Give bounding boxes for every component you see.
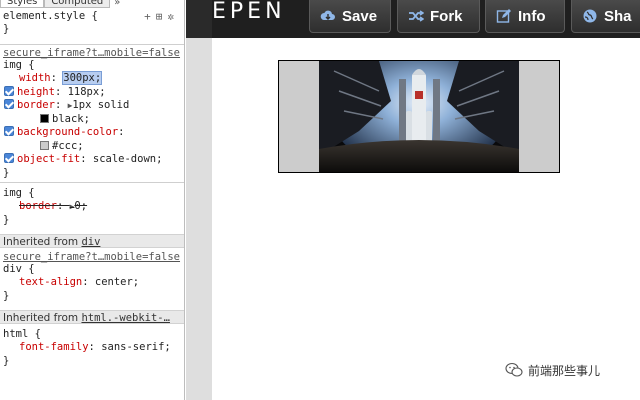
height-declaration[interactable]: height: 118px; bbox=[0, 85, 184, 100]
rule-close: } bbox=[3, 354, 10, 367]
tab-computed[interactable]: Computed bbox=[44, 0, 111, 8]
property-value[interactable]: black; bbox=[52, 113, 90, 125]
div-rule: secure_iframe?t…mobile=false div { text-… bbox=[0, 251, 184, 303]
codepen-logo[interactable]: EPEN bbox=[212, 0, 286, 25]
element-style-toolbar: +⊞✲ bbox=[144, 10, 179, 23]
header-edge bbox=[186, 0, 212, 38]
property-name[interactable]: text-align bbox=[19, 276, 82, 288]
fork-icon bbox=[408, 8, 424, 24]
img-rule-close: } bbox=[3, 166, 10, 179]
info-label: Info bbox=[518, 7, 546, 25]
share-label: Sha bbox=[604, 7, 632, 25]
cloud-save-icon bbox=[320, 8, 336, 24]
border-declaration-overridden: border: ▶0; bbox=[19, 200, 88, 212]
border-declaration[interactable]: border: ▶1px solid bbox=[0, 99, 184, 113]
property-name[interactable]: width bbox=[19, 72, 51, 84]
codepen-header: EPEN Save Fork Info Sha bbox=[212, 0, 640, 38]
property-name[interactable]: border bbox=[17, 99, 55, 111]
background-color-declaration[interactable]: background-color: bbox=[0, 126, 184, 140]
devtools-styles-pane: Styles Computed » element.style { +⊞✲ } … bbox=[0, 0, 185, 400]
edit-icon bbox=[496, 8, 512, 24]
property-value[interactable]: 118px; bbox=[68, 86, 106, 98]
pane-splitter[interactable] bbox=[186, 0, 212, 400]
inherited-from-html-header: Inherited from html.-webkit-… bbox=[0, 310, 184, 324]
img-rule: secure_iframe?t…mobile=false img { width… bbox=[0, 47, 184, 180]
plus-icon[interactable]: + bbox=[144, 10, 156, 23]
enable-checkbox[interactable] bbox=[4, 126, 14, 136]
tab-styles[interactable]: Styles bbox=[0, 0, 45, 8]
inherited-label: Inherited from bbox=[3, 312, 82, 324]
rule-source-link[interactable]: secure_iframe?t…mobile=false bbox=[0, 47, 184, 59]
text-align-declaration[interactable]: text-align: center; bbox=[0, 276, 184, 290]
rule-close: } bbox=[3, 213, 10, 226]
width-declaration[interactable]: width: 300px; bbox=[0, 71, 184, 86]
property-name[interactable]: font-family bbox=[19, 341, 89, 353]
toggle-state-icon[interactable]: ⊞ bbox=[156, 10, 168, 23]
html-selector[interactable]: html { bbox=[0, 328, 184, 341]
divider bbox=[0, 44, 184, 45]
property-value[interactable]: 1px solid bbox=[72, 99, 129, 111]
enable-checkbox[interactable] bbox=[4, 99, 14, 109]
inherited-link[interactable]: html.-webkit-… bbox=[81, 312, 170, 324]
share-button[interactable]: Sha bbox=[571, 0, 640, 33]
html-rule: html { font-family: sans-serif; } bbox=[0, 328, 184, 368]
wechat-watermark: 前端那些事儿 bbox=[505, 360, 600, 380]
background-color-value[interactable]: #ccc; bbox=[0, 140, 184, 154]
div-selector[interactable]: div { bbox=[0, 263, 184, 276]
property-value[interactable]: sans-serif; bbox=[101, 341, 171, 353]
property-name[interactable]: background-color bbox=[17, 126, 118, 138]
inherited-from-div-header: Inherited from div bbox=[0, 234, 184, 248]
fork-button[interactable]: Fork bbox=[397, 0, 480, 33]
img-user-agent-rule: img { border: ▶0; } bbox=[0, 187, 184, 227]
wechat-icon bbox=[505, 362, 523, 377]
devtools-tabs: Styles Computed » bbox=[0, 0, 184, 8]
rule-close: } bbox=[3, 289, 10, 302]
result-preview bbox=[212, 38, 640, 400]
tabs-overflow-button[interactable]: » bbox=[110, 0, 124, 8]
property-value[interactable]: center; bbox=[95, 276, 139, 288]
rule-source-link[interactable]: secure_iframe?t…mobile=false bbox=[0, 251, 184, 263]
color-swatch-gray[interactable] bbox=[40, 140, 49, 150]
save-label: Save bbox=[342, 7, 378, 25]
info-button[interactable]: Info bbox=[485, 0, 565, 33]
enable-checkbox[interactable] bbox=[4, 153, 14, 163]
save-button[interactable]: Save bbox=[309, 0, 391, 33]
property-value: 0; bbox=[74, 200, 88, 212]
rocket-launch-photo bbox=[319, 61, 519, 172]
fork-label: Fork bbox=[430, 7, 463, 25]
border-color-value[interactable]: black; bbox=[0, 113, 184, 127]
divider bbox=[0, 182, 184, 183]
enable-checkbox[interactable] bbox=[4, 85, 14, 96]
property-name[interactable]: object-fit bbox=[17, 153, 80, 165]
property-name: border bbox=[19, 200, 57, 212]
preview-image-element[interactable] bbox=[278, 60, 560, 173]
globe-icon bbox=[582, 8, 598, 24]
color-swatch-black[interactable] bbox=[40, 113, 49, 123]
gear-icon[interactable]: ✲ bbox=[167, 10, 179, 23]
watermark-text: 前端那些事儿 bbox=[528, 363, 601, 378]
element-style-close: } bbox=[3, 23, 10, 35]
element-style-rule: element.style { +⊞✲ } bbox=[0, 10, 184, 36]
inherited-link[interactable]: div bbox=[81, 236, 100, 248]
img-selector[interactable]: img { bbox=[0, 59, 184, 72]
object-fit-declaration[interactable]: object-fit: scale-down; bbox=[0, 153, 184, 167]
property-value-editing[interactable]: 300px; bbox=[62, 71, 103, 85]
inherited-label: Inherited from bbox=[3, 236, 82, 248]
property-name[interactable]: height bbox=[17, 86, 55, 98]
property-value[interactable]: #ccc; bbox=[52, 140, 84, 152]
font-family-declaration[interactable]: font-family: sans-serif; bbox=[0, 341, 184, 355]
img-selector: img { bbox=[3, 187, 35, 199]
property-value[interactable]: scale-down; bbox=[93, 153, 163, 165]
